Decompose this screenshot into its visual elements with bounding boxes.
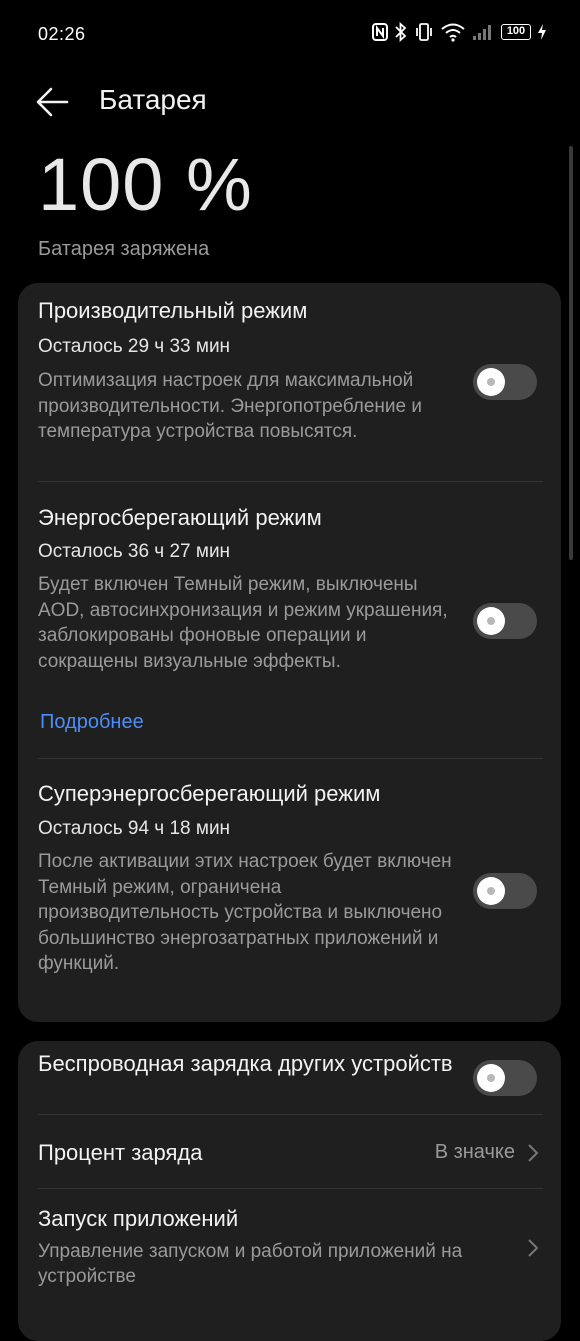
charge-percent-title: Процент заряда xyxy=(38,1140,203,1165)
battery-percent: 100 % xyxy=(38,143,253,226)
toggle-knob xyxy=(477,877,505,905)
divider xyxy=(38,1188,543,1189)
back-button[interactable] xyxy=(34,84,78,124)
header: Батарея xyxy=(0,78,580,128)
toggle-knob xyxy=(477,368,505,396)
divider xyxy=(38,1114,543,1115)
chevron-right-icon xyxy=(528,1144,539,1162)
battery-icon: 100 xyxy=(501,24,531,40)
status-time: 02:26 xyxy=(38,24,86,44)
charging-icon xyxy=(538,24,546,40)
wireless-sharing-title: Беспроводная зарядка других устройств xyxy=(38,1051,453,1076)
divider xyxy=(38,481,543,482)
settings-card: Беспроводная зарядка других устройств Пр… xyxy=(18,1041,561,1341)
bluetooth-icon xyxy=(395,22,407,42)
page-title: Батарея xyxy=(99,84,207,115)
app-launch-title: Запуск приложений xyxy=(38,1206,239,1231)
ultra-power-saving-mode-title: Суперэнергосберегающий режим xyxy=(38,781,381,806)
toggle-knob xyxy=(477,1064,505,1092)
wifi-icon xyxy=(441,23,465,42)
power-modes-card: Производительный режим Осталось 29 ч 33 … xyxy=(18,283,561,1022)
nfc-icon xyxy=(372,23,388,41)
charge-percent-value: В значке xyxy=(434,1141,515,1163)
chevron-right-icon xyxy=(528,1239,539,1257)
scrollbar[interactable] xyxy=(569,146,573,560)
power-saving-mode-remaining: Осталось 36 ч 27 мин xyxy=(38,541,231,562)
power-saving-mode-title: Энергосберегающий режим xyxy=(38,505,322,530)
performance-mode-title: Производительный режим xyxy=(38,298,308,323)
status-icons: 100 xyxy=(372,22,546,42)
toggle-knob xyxy=(477,607,505,635)
performance-mode-description: Оптимизация настроек для максимальной пр… xyxy=(38,370,422,442)
divider xyxy=(38,758,543,759)
ultra-power-saving-mode-toggle[interactable] xyxy=(473,873,537,909)
power-saving-mode-description: Будет включен Темный режим, выключены AO… xyxy=(38,574,448,672)
more-info-link[interactable]: Подробнее xyxy=(40,711,144,734)
arrow-left-icon xyxy=(36,87,69,117)
status-bar: 02:26 100 xyxy=(0,0,580,68)
ultra-power-saving-mode-remaining: Осталось 94 ч 18 мин xyxy=(38,818,231,839)
vibrate-icon xyxy=(416,23,432,41)
performance-mode-remaining: Осталось 29 ч 33 мин xyxy=(38,336,231,357)
battery-status: Батарея заряжена xyxy=(38,238,210,260)
wireless-sharing-toggle[interactable] xyxy=(473,1060,537,1096)
app-launch-description: Управление запуском и работой приложений… xyxy=(38,1241,463,1287)
power-saving-mode-toggle[interactable] xyxy=(473,603,537,639)
signal-icon xyxy=(473,25,491,40)
ultra-power-saving-mode-description: После активации этих настроек будет вклю… xyxy=(38,851,452,974)
performance-mode-toggle[interactable] xyxy=(473,364,537,400)
